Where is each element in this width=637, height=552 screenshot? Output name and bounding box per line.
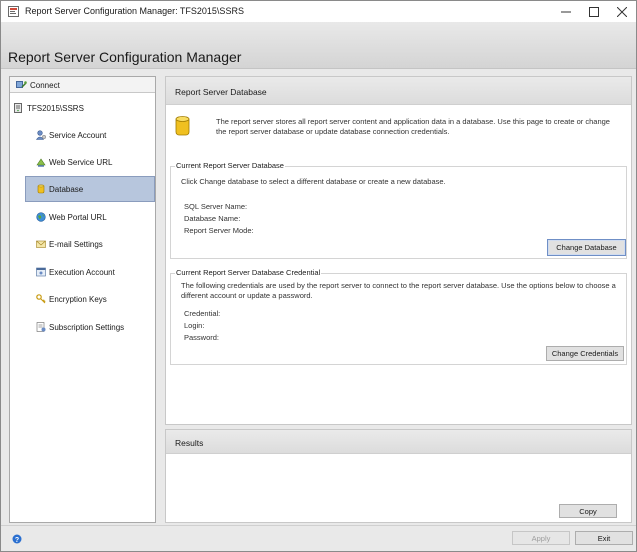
- web-service-url-icon: [36, 158, 46, 167]
- connect-button[interactable]: Connect: [10, 77, 155, 93]
- close-button[interactable]: [607, 1, 637, 22]
- connect-icon: [16, 81, 27, 88]
- database-page: Report Server Database The report server…: [165, 76, 632, 425]
- credential-caption: Current Report Server Database Credentia…: [175, 268, 322, 277]
- sidebar-item-label: Encryption Keys: [49, 295, 107, 304]
- service-account-icon: [36, 130, 46, 140]
- current-db-instruction: Click Change database to select a differ…: [181, 177, 446, 186]
- password-label: Password:: [184, 333, 220, 342]
- execution-account-icon: [36, 267, 46, 277]
- app-icon: [8, 6, 19, 17]
- exit-button[interactable]: Exit: [575, 531, 633, 545]
- sidebar-item-execution-account[interactable]: Execution Account: [25, 259, 155, 285]
- sidebar-item-label: Subscription Settings: [49, 323, 125, 332]
- sidebar-item-web-portal-url[interactable]: Web Portal URL: [25, 204, 155, 230]
- sidebar-item-label: Service Account: [49, 131, 107, 140]
- apply-button[interactable]: Apply: [512, 531, 570, 545]
- sidebar-item-encryption-keys[interactable]: Encryption Keys: [25, 286, 155, 312]
- svg-text:?: ?: [15, 537, 19, 544]
- sidebar-item-database[interactable]: Database: [25, 176, 155, 202]
- section-header: Report Server Database: [166, 77, 631, 105]
- results-header: Results: [166, 430, 631, 454]
- key-icon: [36, 294, 46, 304]
- header-band: Report Server Configuration Manager: [1, 22, 636, 69]
- intro-text: The report server stores all report serv…: [216, 117, 610, 136]
- database-large-icon: [175, 116, 190, 136]
- credential-description: The following credentials are used by th…: [181, 281, 616, 300]
- sidebar-item-label: E-mail Settings: [49, 240, 103, 249]
- minimize-button[interactable]: [551, 1, 581, 22]
- copy-button[interactable]: Copy: [559, 504, 617, 518]
- connect-label: Connect: [30, 81, 60, 90]
- minimize-icon: [561, 11, 571, 12]
- current-db-caption: Current Report Server Database: [175, 161, 285, 170]
- title-bar: Report Server Configuration Manager: TFS…: [1, 1, 636, 22]
- login-label: Login:: [184, 321, 205, 330]
- sql-server-name-label: SQL Server Name:: [184, 202, 248, 211]
- change-database-button[interactable]: Change Database: [547, 239, 626, 256]
- maximize-button[interactable]: [579, 1, 609, 22]
- database-icon: [37, 184, 45, 194]
- credential-label: Credential:: [184, 309, 221, 318]
- sidebar-item-label: Execution Account: [49, 268, 115, 277]
- app-window: Report Server Configuration Manager: TFS…: [0, 0, 637, 552]
- database-name-label: Database Name:: [184, 214, 241, 223]
- help-icon[interactable]: ?: [12, 534, 22, 544]
- navigation-panel: Connect TFS2015\SSRS Service Account Web…: [9, 76, 156, 523]
- sidebar-item-email-settings[interactable]: E-mail Settings: [25, 231, 155, 257]
- sidebar-item-label: Web Service URL: [49, 158, 113, 167]
- sidebar-item-label: Database: [49, 185, 84, 194]
- subscription-icon: [36, 322, 46, 332]
- email-icon: [36, 240, 46, 248]
- server-label: TFS2015\SSRS: [27, 104, 84, 113]
- globe-icon: [36, 212, 46, 222]
- window-title: Report Server Configuration Manager: TFS…: [25, 6, 244, 16]
- results-panel: Results Copy: [165, 429, 632, 523]
- change-credentials-button[interactable]: Change Credentials: [546, 346, 624, 361]
- close-icon: [617, 6, 627, 17]
- app-title: Report Server Configuration Manager: [8, 49, 242, 65]
- footer-divider: [1, 525, 636, 526]
- page-title: Report Server Database: [175, 87, 267, 97]
- results-title: Results: [175, 438, 204, 448]
- sidebar-item-web-service-url[interactable]: Web Service URL: [25, 149, 155, 175]
- server-icon: [14, 103, 22, 113]
- sidebar-item-subscription-settings[interactable]: Subscription Settings: [25, 314, 155, 340]
- sidebar-item-label: Web Portal URL: [49, 213, 107, 222]
- maximize-icon: [589, 6, 599, 17]
- sidebar-item-service-account[interactable]: Service Account: [25, 122, 155, 148]
- report-server-mode-label: Report Server Mode:: [184, 226, 254, 235]
